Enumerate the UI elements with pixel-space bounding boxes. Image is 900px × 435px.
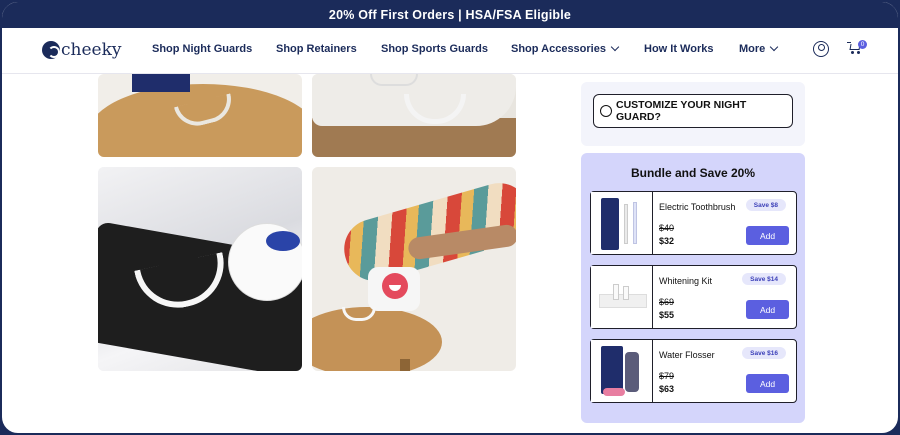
thumb-box <box>601 198 619 250</box>
gallery-image-night-guard-with-case[interactable] <box>98 167 302 371</box>
radio-icon[interactable] <box>600 105 612 117</box>
chevron-down-icon <box>770 42 779 52</box>
cheeky-logo[interactable]: cheeky <box>42 40 122 60</box>
account-icon[interactable] <box>813 41 829 57</box>
logo-mark-icon <box>42 41 60 59</box>
customize-night-guard-option[interactable]: CUSTOMIZE YOUR NIGHT GUARD? <box>593 94 793 128</box>
nav-shop-night-guards[interactable]: Shop Night Guards <box>152 43 252 55</box>
add-button[interactable]: Add <box>746 300 789 319</box>
nav-more[interactable]: More <box>739 42 779 55</box>
save-badge: Save $16 <box>742 347 786 359</box>
save-badge: Save $8 <box>745 199 786 211</box>
original-price: $69 <box>659 297 675 307</box>
original-price: $40 <box>659 223 675 233</box>
thumb-brush <box>633 202 637 244</box>
nav-label: More <box>739 43 766 55</box>
photo-case <box>370 74 418 86</box>
gallery-image-night-guard-on-table[interactable] <box>98 74 302 157</box>
thumb-box <box>601 346 623 394</box>
photo-table-leg <box>400 359 410 371</box>
thumb-brush <box>624 204 628 244</box>
bundle-item-electric-toothbrush: Electric Toothbrush Save $8 $40 $32 Add <box>590 191 797 255</box>
item-name: Electric Toothbrush <box>659 202 736 212</box>
product-thumbnail <box>591 340 653 402</box>
promo-text: 20% Off First Orders | HSA/FSA Eligible <box>328 8 572 22</box>
sale-price: $63 <box>659 384 675 394</box>
nav-how-it-works[interactable]: How It Works <box>644 43 713 55</box>
product-thumbnail <box>591 192 653 254</box>
chevron-down-icon <box>610 42 620 52</box>
promo-banner: 20% Off First Orders | HSA/FSA Eligible <box>2 2 898 28</box>
customize-label: CUSTOMIZE YOUR NIGHT GUARD? <box>616 99 747 123</box>
gallery-image-hand-reaching-for-case[interactable] <box>312 167 516 371</box>
nav-label: Shop Retainers <box>276 43 357 55</box>
cart-wheel <box>857 51 860 54</box>
nav-label: Shop Sports Guards <box>381 43 488 55</box>
product-thumbnail <box>591 266 653 328</box>
nav-shop-accessories[interactable]: Shop Accessories <box>511 42 620 55</box>
save-badge: Save $14 <box>742 273 786 285</box>
bundle-panel: Bundle and Save 20% Electric Toothbrush … <box>581 153 805 423</box>
nav-shop-retainers[interactable]: Shop Retainers <box>276 43 357 55</box>
gallery-image-night-guard-on-wood[interactable] <box>312 74 516 157</box>
thumb-device <box>625 352 639 392</box>
sale-price: $32 <box>659 236 675 246</box>
photo-case-logo <box>266 231 300 251</box>
original-price: $79 <box>659 371 675 381</box>
nav-label: Shop Night Guards <box>152 43 253 55</box>
bundle-title: Bundle and Save 20% <box>630 166 756 180</box>
logo-text: cheeky <box>61 40 122 60</box>
sale-price: $55 <box>659 310 675 320</box>
nav-shop-sports-guards[interactable]: Shop Sports Guards <box>381 43 488 55</box>
cart-count-badge: 0 <box>858 40 867 49</box>
add-button[interactable]: Add <box>746 226 789 245</box>
browser-frame: 20% Off First Orders | HSA/FSA Eligible … <box>0 0 900 435</box>
thumb-tube <box>613 284 619 300</box>
photo-smile-logo <box>382 273 408 299</box>
thumb-base <box>603 388 625 396</box>
bundle-item-whitening-kit: Whitening Kit Save $14 $69 $55 Add <box>590 265 797 329</box>
add-button[interactable]: Add <box>746 374 789 393</box>
item-name: Whitening Kit <box>659 276 713 286</box>
photo-table <box>312 307 442 371</box>
item-name: Water Flosser <box>659 350 715 360</box>
bundle-item-water-flosser: Water Flosser Save $16 $79 $63 Add <box>590 339 797 403</box>
thumb-tube <box>623 286 629 300</box>
top-navigation: cheeky Shop Night Guards Shop Retainers … <box>2 28 898 74</box>
photo-box <box>132 74 190 92</box>
customize-card: CUSTOMIZE YOUR NIGHT GUARD? <box>581 82 805 146</box>
nav-label: Shop Accessories <box>511 43 606 55</box>
nav-label: How It Works <box>644 43 714 55</box>
cart-wheel <box>851 51 854 54</box>
